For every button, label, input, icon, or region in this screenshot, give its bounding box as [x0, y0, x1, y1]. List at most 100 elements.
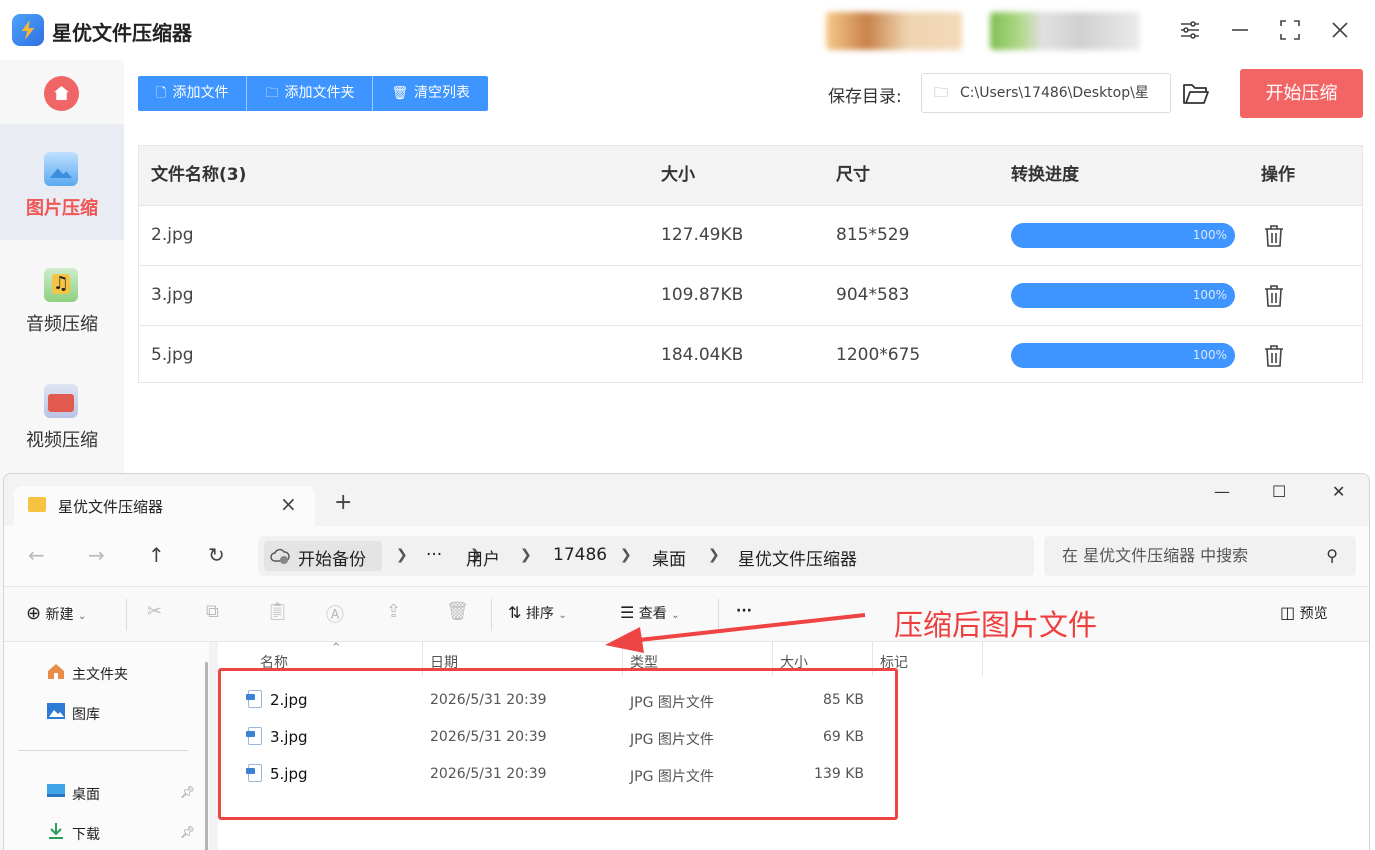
breadcrumb-item[interactable]: 桌面 — [652, 545, 686, 570]
table-header: 文件名称(3) 大小 尺寸 转换进度 操作 — [139, 146, 1362, 205]
col-header-size: 大小 — [661, 165, 695, 185]
highlight-box — [218, 668, 898, 820]
maximize-icon[interactable]: ☐ — [1272, 482, 1286, 501]
divider — [491, 599, 492, 631]
file-size: 109.87KB — [661, 285, 744, 305]
clear-list-button[interactable]: 🗑 清空列表 — [373, 76, 488, 111]
table-row: 5.jpg 184.04KB 1200*675 100% — [139, 325, 1362, 385]
chevron-right-icon: ❯ — [520, 547, 532, 563]
pin-icon: 📌︎ — [180, 785, 196, 799]
pin-icon: 📌︎ — [180, 825, 196, 839]
folder-icon: 🗀 — [265, 86, 279, 101]
folder-icon: 🗀 — [934, 85, 948, 101]
home-icon — [54, 86, 69, 100]
divider — [982, 642, 983, 676]
chevron-right-icon: ❯ — [396, 547, 408, 563]
file-size: 184.04KB — [661, 345, 744, 365]
up-arrow-icon[interactable]: ↑ — [148, 544, 165, 566]
col-header-progress: 转换进度 — [1011, 165, 1079, 185]
col-header-dims: 尺寸 — [836, 165, 870, 185]
sort-button[interactable]: ⇅ 排序 ⌄ — [508, 603, 567, 623]
file-icon: 🗋 — [156, 86, 167, 101]
nav-item-desktop[interactable]: 桌面 — [72, 784, 100, 804]
rename-icon[interactable]: Ⓐ — [326, 601, 344, 627]
breadcrumb[interactable]: 开始备份 ❯ ··· ❯ 用户 ❯ 17486 ❯ 桌面 ❯ 星优文件压缩器 — [258, 536, 1034, 576]
preview-button[interactable]: ◫ 预览 — [1280, 603, 1328, 623]
file-name: 3.jpg — [151, 285, 194, 305]
new-tab-icon[interactable]: + — [334, 492, 352, 514]
nav-item-gallery[interactable]: 图库 — [72, 704, 100, 724]
progress-bar: 100% — [1011, 223, 1235, 248]
chevron-down-icon: ⌄ — [78, 611, 87, 622]
new-button[interactable]: ⊕ 新建 ⌄ — [26, 603, 86, 624]
breadcrumb-item[interactable]: 17486 — [553, 545, 607, 565]
add-file-button[interactable]: 🗋 添加文件 — [138, 76, 248, 111]
gallery-icon — [47, 703, 65, 719]
breadcrumb-item[interactable]: 用户 — [466, 545, 500, 570]
add-folder-button[interactable]: 🗀 添加文件夹 — [247, 76, 374, 111]
nav-item-downloads[interactable]: 下载 — [72, 824, 100, 844]
open-folder-icon[interactable] — [1182, 80, 1210, 106]
forward-arrow-icon[interactable]: → — [88, 544, 105, 566]
sidebar-item-label: 图片压缩 — [26, 198, 98, 219]
col-header-actions: 操作 — [1261, 165, 1295, 185]
share-icon[interactable]: ⇪ — [386, 601, 401, 622]
minimize-icon[interactable]: — — [1214, 482, 1230, 501]
video-icon — [44, 384, 78, 418]
cloud-backup-icon — [270, 548, 290, 564]
copy-icon[interactable]: ⧉ — [206, 601, 219, 622]
delete-icon[interactable]: 🗑︎ — [446, 601, 469, 622]
delete-trash-icon[interactable] — [1264, 224, 1284, 248]
close-icon[interactable]: ✕ — [1332, 482, 1345, 501]
file-name: 5.jpg — [151, 345, 194, 365]
explorer-navbar: ← → ↑ ↻ 开始备份 ❯ ··· ❯ 用户 ❯ 17486 ❯ 桌面 ❯ 星… — [4, 526, 1369, 586]
fullscreen-icon[interactable] — [1278, 18, 1302, 42]
minimize-icon[interactable] — [1228, 18, 1252, 42]
close-icon[interactable] — [1328, 18, 1352, 42]
app-logo-icon — [12, 14, 44, 46]
cut-icon[interactable]: ✂ — [147, 601, 162, 622]
back-arrow-icon[interactable]: ← — [28, 544, 45, 566]
home-button[interactable] — [44, 76, 79, 111]
refresh-icon[interactable]: ↻ — [208, 544, 225, 566]
app-titlebar: 星优文件压缩器 — [0, 0, 1375, 60]
sort-caret-icon: ^ — [332, 642, 341, 653]
sidebar-item-video-compress[interactable]: 视频压缩 — [0, 356, 124, 472]
trash-icon: 🗑 — [391, 86, 408, 101]
close-tab-icon[interactable]: × — [280, 492, 297, 516]
chevron-right-icon: ❯ — [708, 547, 720, 563]
breadcrumb-item[interactable]: 星优文件压缩器 — [738, 545, 857, 570]
image-icon — [44, 152, 78, 186]
sidebar-item-label: 音频压缩 — [26, 314, 98, 335]
breadcrumb-item[interactable]: ··· — [426, 545, 442, 565]
file-dims: 1200*675 — [836, 345, 921, 365]
audio-icon — [44, 268, 78, 302]
sort-arrows-icon: ⇅ — [508, 603, 522, 622]
breadcrumb-item[interactable]: 开始备份 — [298, 545, 366, 570]
delete-trash-icon[interactable] — [1264, 284, 1284, 308]
file-size: 127.49KB — [661, 225, 744, 245]
blurred-user-avatar — [826, 12, 962, 50]
progress-bar: 100% — [1011, 343, 1235, 368]
delete-trash-icon[interactable] — [1264, 344, 1284, 368]
explorer-nav-pane: 主文件夹 图库 桌面 📌︎ 下载 📌︎ — [4, 642, 209, 850]
search-input[interactable]: 在 星优文件压缩器 中搜索 ⚲ — [1044, 536, 1356, 576]
app-title: 星优文件压缩器 — [52, 21, 192, 45]
nav-item-home[interactable]: 主文件夹 — [72, 664, 128, 684]
explorer-tab[interactable]: 星优文件压缩器 × — [14, 486, 315, 526]
preview-pane-icon: ◫ — [1280, 603, 1296, 622]
paste-icon[interactable]: 📋︎ — [266, 601, 289, 622]
settings-sliders-icon[interactable] — [1178, 18, 1202, 42]
file-dims: 904*583 — [836, 285, 910, 305]
chevron-down-icon: ⌄ — [558, 610, 567, 621]
col-header-name: 文件名称(3) — [151, 165, 247, 185]
start-compress-button[interactable]: 开始压缩 — [1240, 69, 1363, 118]
save-dir-field[interactable]: 🗀 C:\Users\17486\Desktop\星 — [921, 73, 1171, 113]
file-name: 2.jpg — [151, 225, 194, 245]
sidebar-item-image-compress[interactable]: 图片压缩 — [0, 124, 124, 240]
nav-pane-scrollbar[interactable] — [205, 662, 208, 850]
divider — [18, 750, 188, 751]
plus-circle-icon: ⊕ — [26, 603, 42, 624]
sidebar-item-audio-compress[interactable]: 音频压缩 — [0, 240, 124, 356]
download-icon — [49, 823, 63, 839]
